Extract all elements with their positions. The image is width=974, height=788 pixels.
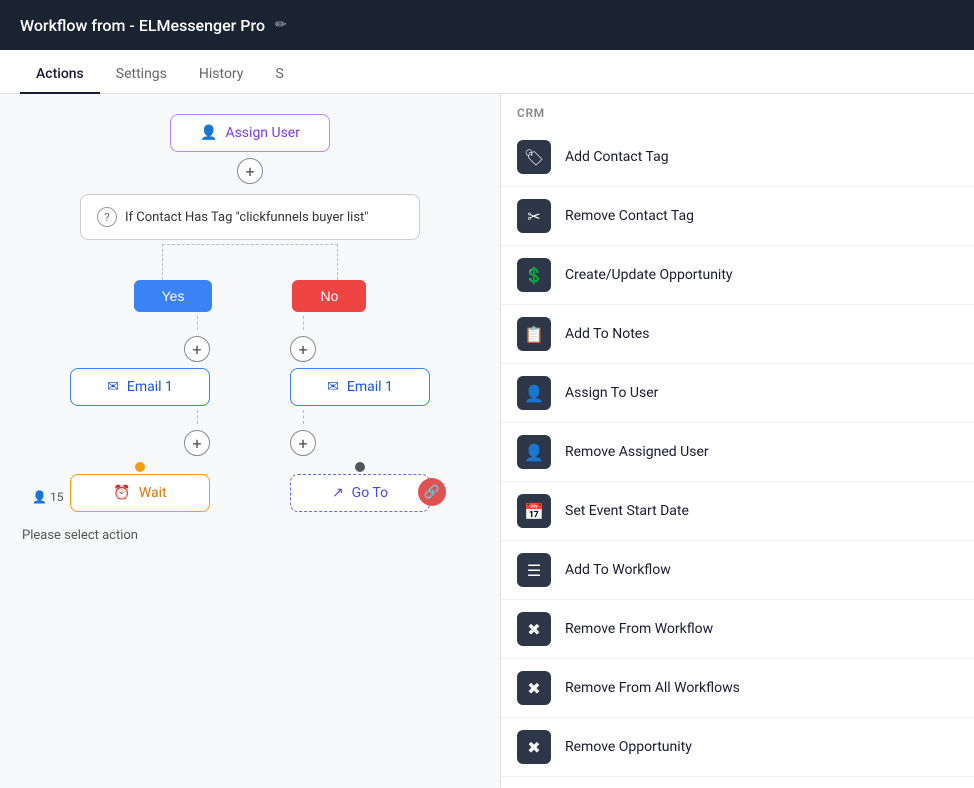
action-label-6: Set Event Start Date [565,503,689,519]
action-label-1: Remove Contact Tag [565,208,694,224]
action-item-0[interactable]: 🏷 Add Contact Tag [501,128,974,187]
yes-branch: Yes [134,280,213,312]
action-icon-8: ✖ [517,612,551,646]
header: Workflow from - ELMessenger Pro ✏ [0,0,974,50]
actions-list: 🏷 Add Contact Tag ✂ Remove Contact Tag 💲… [501,128,974,788]
tab-history[interactable]: History [183,56,260,94]
wait-label: Wait [139,485,167,501]
action-item-9[interactable]: ✖ Remove From All Workflows [501,659,974,718]
email-node-no[interactable]: ✉ Email 1 [290,368,430,406]
action-item-8[interactable]: ✖ Remove From Workflow [501,600,974,659]
action-label-2: Create/Update Opportunity [565,267,733,283]
action-item-7[interactable]: ☰ Add To Workflow [501,541,974,600]
action-label-8: Remove From Workflow [565,621,713,637]
please-select-text: Please select action [20,522,140,549]
yes-button[interactable]: Yes [134,280,213,312]
action-icon-10: ✖ [517,730,551,764]
assign-user-label: Assign User [225,125,300,141]
condition-label: If Contact Has Tag "clickfunnels buyer l… [125,210,368,225]
email-icon-1: ✉ [107,379,119,395]
assign-user-box[interactable]: 👤 Assign User [170,114,330,152]
action-icon-9: ✖ [517,671,551,705]
action-icon-6: 📅 [517,494,551,528]
action-item-5[interactable]: 👤 Remove Assigned User [501,423,974,482]
user-count: 15 [50,490,64,504]
workflow-canvas: 👤 Assign User + ? If Contact Has Tag "cl… [0,94,500,788]
condition-icon: ? [97,207,117,227]
action-label-3: Add To Notes [565,326,649,342]
email-icon-2: ✉ [327,379,339,395]
email-node-yes[interactable]: ✉ Email 1 [70,368,210,406]
action-item-6[interactable]: 📅 Set Event Start Date [501,482,974,541]
add-btn-email-no[interactable]: + [290,430,316,456]
goto-node[interactable]: ↗ Go To [290,474,430,512]
action-icon-1: ✂ [517,199,551,233]
no-button[interactable]: No [292,280,366,312]
action-icon-7: ☰ [517,553,551,587]
wait-node[interactable]: ⏰ Wait [70,474,210,512]
add-btn-email-yes[interactable]: + [184,430,210,456]
add-btn-1[interactable]: + [237,158,263,184]
action-label-9: Remove From All Workflows [565,680,740,696]
clock-icon: ⏰ [113,485,130,501]
edit-icon[interactable]: ✏ [275,17,287,33]
link-icon-badge[interactable]: 🔗 [418,478,446,506]
add-btn-no[interactable]: + [290,336,316,362]
email-label-1: Email 1 [127,379,173,395]
action-icon-5: 👤 [517,435,551,469]
action-item-11[interactable]: 🔔 Send Internal Notification [501,777,974,788]
goto-icon: ↗ [332,485,344,501]
assign-user-icon: 👤 [200,125,217,141]
user-icon: 👤 [32,490,47,504]
workflow-title: Workflow from - ELMessenger Pro [20,16,265,35]
email-label-2: Email 1 [347,379,393,395]
action-label-7: Add To Workflow [565,562,671,578]
action-icon-3: 📋 [517,317,551,351]
tab-s[interactable]: S [259,56,299,94]
action-item-10[interactable]: ✖ Remove Opportunity [501,718,974,777]
crm-section-header: CRM [501,94,974,128]
add-btn-yes[interactable]: + [184,336,210,362]
tab-actions[interactable]: Actions [20,56,100,94]
actions-panel: CRM 🏷 Add Contact Tag ✂ Remove Contact T… [500,94,974,788]
tabs-bar: Actions Settings History S [0,50,974,94]
action-item-2[interactable]: 💲 Create/Update Opportunity [501,246,974,305]
main-content: 👤 Assign User + ? If Contact Has Tag "cl… [0,94,974,788]
action-icon-4: 👤 [517,376,551,410]
action-label-10: Remove Opportunity [565,739,692,755]
action-label-0: Add Contact Tag [565,149,669,165]
action-label-4: Assign To User [565,385,658,401]
action-item-3[interactable]: 📋 Add To Notes [501,305,974,364]
no-branch: No [292,280,366,312]
goto-label: Go To [352,485,388,501]
action-item-1[interactable]: ✂ Remove Contact Tag [501,187,974,246]
condition-node[interactable]: ? If Contact Has Tag "clickfunnels buyer… [80,194,420,240]
action-item-4[interactable]: 👤 Assign To User [501,364,974,423]
action-icon-2: 💲 [517,258,551,292]
tab-settings[interactable]: Settings [100,56,183,94]
action-icon-0: 🏷 [517,140,551,174]
link-icon: 🔗 [424,485,440,500]
action-label-5: Remove Assigned User [565,444,709,460]
user-count-badge: 👤 15 [32,490,63,504]
assign-user-node[interactable]: 👤 Assign User [170,114,330,152]
